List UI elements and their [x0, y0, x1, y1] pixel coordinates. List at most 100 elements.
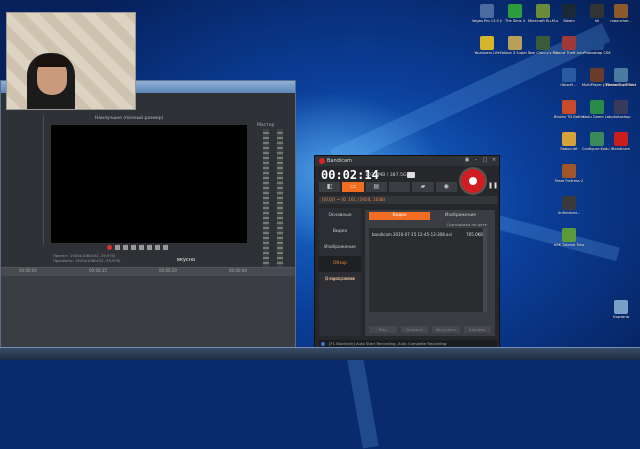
record-icon[interactable] — [107, 245, 112, 250]
loop-icon[interactable] — [115, 245, 120, 250]
desktop-icon[interactable]: Team Fortress 2 — [554, 164, 584, 190]
file-list-scrollbar[interactable] — [483, 228, 487, 312]
desktop-icon-label: Team Fortress 2 — [554, 179, 584, 183]
open-button[interactable]: Открыть — [400, 326, 428, 333]
desktop-icon[interactable]: photoshop — [606, 100, 636, 126]
tab-video[interactable]: Видео — [369, 212, 430, 220]
desktop-icon[interactable]: Fallout 3 Super Mutant... — [500, 36, 530, 62]
file-list[interactable]: bandicam 2016-07-15 12-45-13-308.avi 765… — [369, 228, 487, 312]
desktop-icon[interactable]: Grand Theft Auto San ... — [554, 36, 584, 62]
app-icon — [590, 36, 604, 50]
preview-toolbar[interactable]: Наилучшее (полный размер) — [51, 115, 247, 123]
capture-mode-bar[interactable]: ◧ ▭ ▤ ▰ ◉ — [319, 182, 457, 192]
timeline-ruler[interactable]: 00:00:00 00:00:15 00:00:29 00:00:44 — [1, 268, 295, 276]
desktop-icon[interactable]: Robocraft — [554, 132, 584, 158]
record-button[interactable] — [461, 169, 485, 193]
output-panel: Видео Изображение Сортировка по дате ban… — [365, 210, 495, 336]
bandicam-logo-icon — [319, 158, 325, 164]
desktop-icon[interactable]: Корзина — [606, 300, 636, 326]
app-icon — [562, 164, 576, 178]
app-icon — [590, 132, 604, 146]
app-icon — [614, 100, 628, 114]
play-icon[interactable] — [123, 245, 128, 250]
timeline[interactable]: 00:00:00 00:00:15 00:00:29 00:00:44 — [1, 267, 295, 350]
desktop-icon[interactable]: Steam — [554, 4, 584, 30]
desktop-icon[interactable]: Photoshop Effects Pack — [606, 68, 636, 94]
play-from-start-icon[interactable] — [131, 245, 136, 250]
sort-dropdown[interactable]: Сортировка по дате — [447, 222, 487, 227]
camera-icon[interactable] — [407, 172, 415, 178]
project-info: Проект: 1920x1080x32, 29,970i Просмотр: … — [53, 253, 120, 263]
preview-quality-label[interactable]: Наилучшее (полный размер) — [95, 116, 163, 121]
app-icon — [562, 228, 576, 242]
editor-side-panel — [19, 115, 44, 245]
preview-info-line: Просмотр: 1920x1080x32, 29,970i — [53, 258, 121, 263]
desktop-icon-label: Ubisoft ... — [560, 83, 578, 87]
video-preview — [51, 125, 247, 243]
hdmi-mode-icon[interactable]: ▤ — [365, 182, 387, 192]
lock-icon[interactable]: ▣ — [464, 157, 470, 163]
person-hair — [35, 55, 69, 67]
next-frame-icon[interactable] — [163, 245, 168, 250]
desktop-icon-label: Bloons TD Battles — [554, 115, 584, 119]
pause-icon[interactable] — [139, 245, 144, 250]
nav-about[interactable]: О программе — [319, 272, 361, 288]
stop-icon[interactable] — [147, 245, 152, 250]
desktop-icon[interactable]: Photoshop CS6 — [582, 36, 612, 62]
file-size: 765.0KB — [466, 232, 483, 237]
desktop-icon-label: Youtubers Life — [474, 51, 500, 55]
file-name[interactable]: bandicam 2016-07-15 12-45-13-308.avi — [372, 232, 452, 237]
app-icon — [590, 4, 604, 18]
desktop-icon[interactable]: mauncher... — [606, 4, 636, 30]
minimize-icon[interactable]: – — [473, 157, 479, 163]
pause-icon[interactable]: ❚❚ — [488, 182, 498, 190]
nav-image[interactable]: Изображение — [319, 240, 361, 256]
app-icon — [562, 100, 576, 114]
game-mode-icon[interactable]: ◧ — [319, 182, 341, 192]
desktop-icon-label: Unfinished... — [557, 211, 581, 215]
file-actions[interactable]: Play Открыть Загрузить Удалить — [369, 326, 491, 334]
video-editor-window[interactable]: Наилучшее (полный размер) Проект: 1920x1… — [0, 80, 296, 350]
prev-frame-icon[interactable] — [155, 245, 160, 250]
desktop-icon[interactable]: Bloons TD Battles — [554, 100, 584, 126]
bandicam-titlebar[interactable]: Bandicam ▣ – □ × — [315, 156, 499, 166]
nav-general[interactable]: Основные — [319, 208, 361, 224]
delete-button[interactable]: Удалить — [463, 326, 491, 333]
desktop-icon[interactable]: Vegas Pro 13.0 (64-bit) — [472, 4, 502, 30]
tab-image[interactable]: Изображение — [430, 212, 491, 220]
window-controls[interactable]: ▣ – □ × — [464, 157, 497, 163]
app-icon — [614, 300, 628, 314]
app-icon — [562, 196, 576, 210]
desktop-icon[interactable]: Bandicam — [606, 132, 636, 158]
recording-size: 103.4MB / 387.5GB — [365, 173, 410, 178]
status-text: [F1 Blacklink] Auto Start Recording, Aut… — [329, 341, 447, 346]
bandicam-nav[interactable]: Основные Видео Изображение Обзор результ… — [319, 208, 361, 336]
desktop-icon[interactable]: Unfinished... — [554, 196, 584, 222]
desktop-icon[interactable]: Youtubers Life — [472, 36, 502, 62]
app-icon — [562, 36, 576, 50]
folder-icon[interactable]: ▰ — [412, 182, 434, 192]
desktop-icon[interactable]: The Sims 4 — [500, 4, 530, 30]
desktop-icon[interactable]: APK Tutorial Tutorial — [554, 228, 584, 254]
transport-controls[interactable] — [107, 245, 168, 251]
audio-meter-right — [277, 129, 283, 279]
app-icon — [614, 68, 628, 82]
app-icon — [614, 4, 628, 18]
close-icon[interactable]: × — [491, 157, 497, 163]
screenshot-icon[interactable]: ◉ — [435, 182, 457, 192]
maximize-icon[interactable]: □ — [482, 157, 488, 163]
master-bus-label: Мастер — [257, 123, 275, 128]
desktop-icon-label: The Sims 4 — [505, 19, 525, 23]
app-icon — [536, 4, 550, 18]
taskbar[interactable] — [0, 347, 640, 360]
nav-video[interactable]: Видео — [319, 224, 361, 240]
play-button[interactable]: Play — [369, 326, 397, 333]
screen-mode-icon[interactable]: ▭ — [342, 182, 364, 192]
nav-output[interactable]: Обзор результатов — [319, 256, 361, 282]
upload-button[interactable]: Загрузить — [432, 326, 460, 333]
desktop-icon-label: Корзина — [613, 315, 629, 319]
bandicam-window[interactable]: Bandicam ▣ – □ × 00:02:14 103.4MB / 387.… — [314, 155, 500, 350]
output-tabs[interactable]: Видео Изображение — [369, 212, 491, 220]
app-icon — [562, 68, 576, 82]
desktop-icon[interactable]: Ubisoft ... — [554, 68, 584, 94]
